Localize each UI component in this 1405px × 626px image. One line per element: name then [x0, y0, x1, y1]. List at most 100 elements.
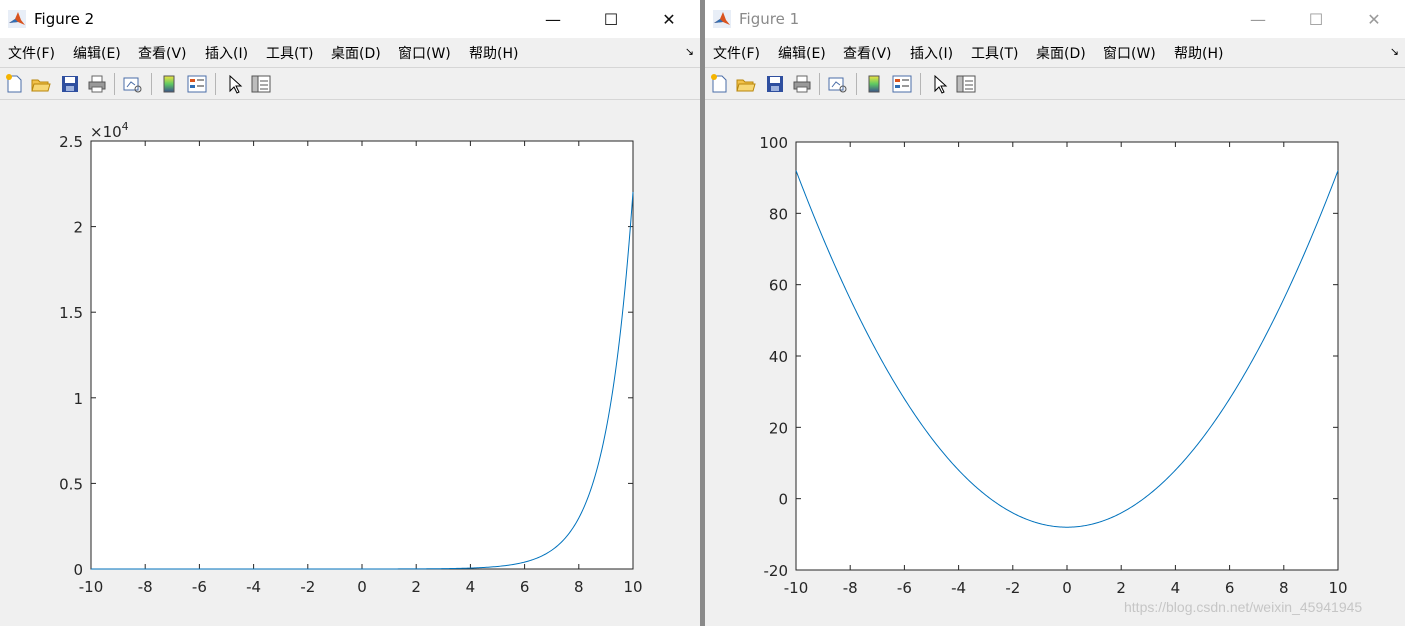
y-tick-label: 1.5 — [59, 304, 83, 322]
menu-arrow-icon[interactable]: ↘ — [1390, 45, 1399, 58]
legend-icon[interactable] — [891, 73, 913, 95]
x-tick-label: 6 — [520, 578, 530, 596]
close-icon: ✕ — [1367, 9, 1381, 29]
menu-file[interactable]: 文件(F) — [8, 43, 55, 63]
toolbar-separator — [215, 73, 216, 95]
figure-toolbar — [705, 67, 1405, 100]
y-tick-label: 80 — [769, 205, 788, 223]
minimize-button[interactable]: — — [1229, 0, 1287, 38]
menu-view[interactable]: 查看(V) — [138, 43, 187, 63]
menu-edit[interactable]: 编辑(E) — [73, 43, 121, 63]
save-icon[interactable] — [59, 73, 81, 95]
x-tick-label: 0 — [1062, 579, 1072, 597]
menu-arrow-icon[interactable]: ↘ — [685, 45, 694, 58]
x-tick-label: -4 — [246, 578, 261, 596]
axes-box — [795, 141, 1339, 571]
menu-insert[interactable]: 插入(I) — [205, 43, 248, 63]
x-tick-label: 6 — [1225, 579, 1235, 597]
maximize-button[interactable]: ☐ — [582, 0, 640, 38]
figure-toolbar — [0, 67, 700, 100]
menu-bar: 文件(F) 编辑(E) 查看(V) 插入(I) 工具(T) 桌面(D) 窗口(W… — [0, 38, 700, 66]
colorbar-icon[interactable] — [863, 73, 885, 95]
x-tick-label: 4 — [1171, 579, 1181, 597]
menu-help[interactable]: 帮助(H) — [469, 43, 518, 63]
link-plot-icon[interactable] — [121, 73, 143, 95]
matlab-icon — [8, 10, 26, 28]
menu-desktop[interactable]: 桌面(D) — [1036, 43, 1086, 63]
toolbar-separator — [114, 73, 115, 95]
menu-help[interactable]: 帮助(H) — [1174, 43, 1223, 63]
title-bar[interactable]: Figure 2 — ☐ ✕ — [0, 0, 700, 38]
watermark-text: https://blog.csdn.net/weixin_45941945 — [1124, 599, 1363, 615]
x-tick-label: -8 — [843, 579, 858, 597]
edit-pointer-icon[interactable] — [929, 73, 951, 95]
print-icon[interactable] — [86, 73, 108, 95]
colorbar-icon[interactable] — [158, 73, 180, 95]
menu-window[interactable]: 窗口(W) — [1103, 43, 1156, 63]
x-tick-label: 8 — [1279, 579, 1289, 597]
maximize-icon: ☐ — [1308, 9, 1324, 29]
property-editor-icon[interactable] — [955, 73, 977, 95]
open-file-icon[interactable] — [30, 73, 52, 95]
menu-tools[interactable]: 工具(T) — [971, 43, 1018, 63]
x-tick-label: -6 — [192, 578, 207, 596]
link-plot-icon[interactable] — [826, 73, 848, 95]
toolbar-separator — [819, 73, 820, 95]
x-tick-label: -4 — [951, 579, 966, 597]
figure-2-axes[interactable]: -10 -8 -6 -4 -2 0 2 4 6 8 1000.511.522.5 ×104 — [0, 100, 700, 626]
x-tick-label: -10 — [784, 579, 809, 597]
y-tick-label: 2 — [73, 219, 83, 237]
figure-2-window: Figure 2 — ☐ ✕ 文件(F) 编辑(E) 查看(V) 插入(I) 工… — [0, 0, 700, 626]
x-tick-label: 2 — [1116, 579, 1126, 597]
close-icon: ✕ — [662, 9, 676, 29]
toolbar-separator — [151, 73, 152, 95]
toolbar-separator — [920, 73, 921, 95]
property-editor-icon[interactable] — [250, 73, 272, 95]
matlab-icon — [713, 10, 731, 28]
print-icon[interactable] — [791, 73, 813, 95]
x-tick-label: 10 — [623, 578, 642, 596]
y-tick-label: 0 — [73, 561, 83, 579]
x-tick-label: 4 — [466, 578, 476, 596]
menu-tools[interactable]: 工具(T) — [266, 43, 313, 63]
edit-pointer-icon[interactable] — [224, 73, 246, 95]
x-tick-label: -2 — [1005, 579, 1020, 597]
y-tick-label: -20 — [764, 562, 789, 580]
menu-edit[interactable]: 编辑(E) — [778, 43, 826, 63]
minimize-icon: — — [545, 9, 561, 29]
toolbar-separator — [856, 73, 857, 95]
maximize-icon: ☐ — [603, 9, 619, 29]
y-exponent-label: ×104 — [90, 120, 129, 141]
open-file-icon[interactable] — [735, 73, 757, 95]
maximize-button[interactable]: ☐ — [1287, 0, 1345, 38]
figure-1-axes[interactable]: -10 -8 -6 -4 -2 0 2 4 6 8 10-20020406080100 — [705, 100, 1405, 626]
new-figure-icon[interactable] — [708, 73, 730, 95]
menu-bar: 文件(F) 编辑(E) 查看(V) 插入(I) 工具(T) 桌面(D) 窗口(W… — [705, 38, 1405, 66]
x-tick-label: 8 — [574, 578, 584, 596]
menu-desktop[interactable]: 桌面(D) — [331, 43, 381, 63]
x-tick-label: 0 — [357, 578, 367, 596]
y-tick-label: 0 — [778, 491, 788, 509]
close-button[interactable]: ✕ — [1345, 0, 1403, 38]
y-tick-label: 60 — [769, 277, 788, 295]
x-tick-label: 10 — [1328, 579, 1347, 597]
new-figure-icon[interactable] — [3, 73, 25, 95]
legend-icon[interactable] — [186, 73, 208, 95]
y-tick-label: 2.5 — [59, 133, 83, 151]
minimize-button[interactable]: — — [524, 0, 582, 38]
menu-file[interactable]: 文件(F) — [713, 43, 760, 63]
window-title: Figure 2 — [34, 10, 95, 28]
x-tick-label: -2 — [300, 578, 315, 596]
close-button[interactable]: ✕ — [640, 0, 698, 38]
y-exponent-power: 4 — [122, 120, 129, 133]
save-icon[interactable] — [764, 73, 786, 95]
figure-1-window: Figure 1 — ☐ ✕ 文件(F) 编辑(E) 查看(V) 插入(I) 工… — [705, 0, 1405, 626]
x-tick-label: -10 — [79, 578, 104, 596]
y-tick-label: 40 — [769, 348, 788, 366]
menu-view[interactable]: 查看(V) — [843, 43, 892, 63]
menu-insert[interactable]: 插入(I) — [910, 43, 953, 63]
title-bar[interactable]: Figure 1 — ☐ ✕ — [705, 0, 1405, 38]
menu-window[interactable]: 窗口(W) — [398, 43, 451, 63]
y-tick-label: 1 — [73, 390, 83, 408]
axes-box — [90, 140, 634, 570]
